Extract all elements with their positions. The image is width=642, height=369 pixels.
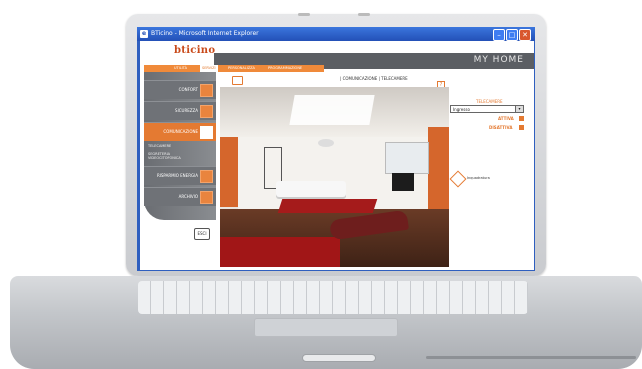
sidebar-subitem-telecamere[interactable]: TELECAMERE bbox=[148, 144, 171, 148]
activate-button[interactable] bbox=[519, 116, 524, 121]
tab-programmazione[interactable]: PROGRAMMAZIONE bbox=[268, 65, 302, 72]
white-sofa bbox=[276, 181, 346, 197]
shield-icon bbox=[200, 105, 213, 118]
window-title: BTicino - Microsoft Internet Explorer bbox=[151, 30, 259, 37]
joystick-label: Inquadratura bbox=[467, 176, 490, 180]
laptop-hinge-notch bbox=[358, 13, 370, 16]
red-rug bbox=[277, 199, 378, 213]
brand-logo[interactable]: bticino bbox=[174, 45, 215, 56]
disc-slot bbox=[426, 356, 636, 359]
breadcrumb: | COMUNICAZIONE | TELECAMERE bbox=[340, 76, 408, 81]
exit-button[interactable]: ESCI bbox=[194, 228, 210, 240]
camera-icon bbox=[200, 126, 213, 139]
chevron-down-icon[interactable]: ▾ bbox=[515, 106, 523, 112]
tab-utilita[interactable]: UTILITÀ bbox=[174, 65, 187, 72]
web-page: bticino MY HOME UTILITÀ SERVIZI PERSONAL… bbox=[140, 41, 534, 270]
orange-wall-left bbox=[220, 137, 238, 207]
camera-feed-image bbox=[220, 87, 449, 267]
sidebar-item-label: COMUNICAZIONE bbox=[163, 129, 198, 134]
television bbox=[392, 173, 414, 191]
sidebar-item-label: ARCHIVIO bbox=[178, 194, 198, 199]
maximize-button[interactable]: □ bbox=[506, 29, 518, 41]
sidebar: CONFORT SICUREZZA COMUNICAZIONE TELECAME… bbox=[144, 72, 216, 220]
window-titlebar: e BTicino - Microsoft Internet Explorer … bbox=[137, 27, 535, 41]
grid-icon bbox=[200, 84, 213, 97]
keyboard bbox=[138, 281, 528, 314]
camera-panel-title: TELECAMERE bbox=[476, 99, 503, 104]
sidebar-subitem-segreteria[interactable]: SEGRETERIA VIDEOCITOFONICA bbox=[148, 152, 192, 160]
sidebar-item-archivio[interactable]: ARCHIVIO bbox=[144, 187, 216, 206]
sidebar-item-label: RISPARMIO ENERGIA bbox=[156, 173, 198, 178]
sidebar-item-risparmio-energia[interactable]: RISPARMIO ENERGIA bbox=[144, 166, 216, 185]
deactivate-button[interactable] bbox=[519, 125, 524, 130]
camera-icon bbox=[232, 76, 243, 85]
pan-tilt-joystick-icon[interactable] bbox=[449, 170, 467, 188]
pendant-lamp bbox=[318, 139, 334, 147]
section-title: MY HOME bbox=[473, 55, 524, 65]
archive-icon bbox=[200, 191, 213, 204]
sidebar-item-confort[interactable]: CONFORT bbox=[144, 80, 216, 99]
sidebar-item-label: SICUREZZA bbox=[175, 108, 198, 113]
tab-servizi[interactable]: SERVIZI bbox=[200, 65, 218, 72]
laptop-hinge-notch bbox=[298, 13, 310, 16]
sidebar-item-comunicazione[interactable]: COMUNICAZIONE bbox=[144, 122, 216, 141]
window bbox=[385, 142, 429, 174]
main-tabs: UTILITÀ SERVIZI PERSONALIZZA PROGRAMMAZI… bbox=[144, 65, 324, 72]
ie-icon: e bbox=[140, 30, 148, 38]
red-rug-foreground bbox=[220, 237, 340, 267]
minimize-button[interactable]: – bbox=[493, 29, 505, 41]
sidebar-item-label: CONFORT bbox=[178, 87, 198, 92]
laptop-latch bbox=[302, 354, 376, 362]
orange-wall-right bbox=[428, 127, 449, 217]
sidebar-item-sicurezza[interactable]: SICUREZZA bbox=[144, 101, 216, 120]
camera-select[interactable]: Ingresso ▾ bbox=[450, 105, 524, 113]
camera-select-value: Ingresso bbox=[453, 107, 470, 112]
tab-personalizza[interactable]: PERSONALIZZA bbox=[228, 65, 255, 72]
ceiling-light bbox=[289, 95, 375, 125]
deactivate-link[interactable]: DISATTIVA bbox=[489, 125, 512, 130]
energy-icon bbox=[200, 170, 213, 183]
close-button[interactable]: ✕ bbox=[519, 29, 531, 41]
activate-link[interactable]: ATTIVA bbox=[498, 116, 514, 121]
touchpad bbox=[254, 318, 398, 337]
